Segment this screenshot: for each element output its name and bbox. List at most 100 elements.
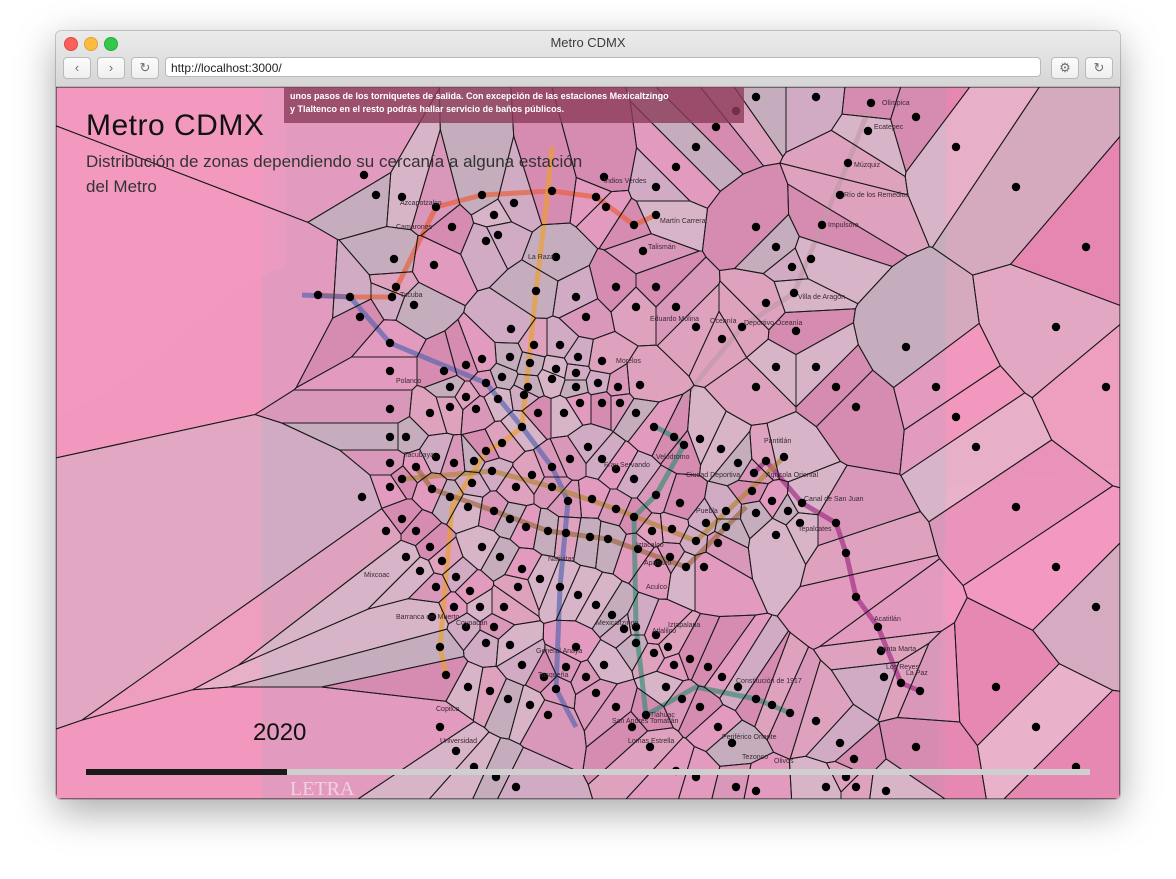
station-dot[interactable] xyxy=(611,702,621,712)
station-dot[interactable] xyxy=(751,222,761,232)
station-dot[interactable] xyxy=(547,482,557,492)
station-dot[interactable] xyxy=(681,562,691,572)
station-dot[interactable] xyxy=(449,602,459,612)
station-dot[interactable] xyxy=(505,514,515,524)
station-dot[interactable] xyxy=(651,282,661,292)
station-dot[interactable] xyxy=(506,324,516,334)
station-dot[interactable] xyxy=(879,672,889,682)
station-dot[interactable] xyxy=(881,786,891,796)
station-dot[interactable] xyxy=(461,392,471,402)
station-dot[interactable] xyxy=(513,582,523,592)
station-dot[interactable] xyxy=(385,338,395,348)
station-dot[interactable] xyxy=(831,518,841,528)
station-dot[interactable] xyxy=(751,508,761,518)
station-dot[interactable] xyxy=(691,536,701,546)
station-dot[interactable] xyxy=(451,572,461,582)
station-dot[interactable] xyxy=(581,672,591,682)
station-dot[interactable] xyxy=(463,502,473,512)
station-dot[interactable] xyxy=(475,602,485,612)
settings-button[interactable]: ⚙ xyxy=(1051,57,1079,79)
station-dot[interactable] xyxy=(543,710,553,720)
station-dot[interactable] xyxy=(649,648,659,658)
station-dot[interactable] xyxy=(535,574,545,584)
station-dot[interactable] xyxy=(469,456,479,466)
station-dot[interactable] xyxy=(761,456,771,466)
station-dot[interactable] xyxy=(439,366,449,376)
station-dot[interactable] xyxy=(691,142,701,152)
station-dot[interactable] xyxy=(591,192,601,202)
station-dot[interactable] xyxy=(573,352,583,362)
station-dot[interactable] xyxy=(789,288,799,298)
station-dot[interactable] xyxy=(591,600,601,610)
station-dot[interactable] xyxy=(397,514,407,524)
back-button[interactable]: ‹ xyxy=(63,57,91,79)
station-dot[interactable] xyxy=(387,292,397,302)
station-dot[interactable] xyxy=(517,564,527,574)
station-dot[interactable] xyxy=(463,682,473,692)
station-dot[interactable] xyxy=(629,512,639,522)
station-dot[interactable] xyxy=(431,582,441,592)
station-dot[interactable] xyxy=(565,454,575,464)
station-dot[interactable] xyxy=(511,782,521,792)
station-dot[interactable] xyxy=(597,398,607,408)
station-dot[interactable] xyxy=(767,496,777,506)
station-dot[interactable] xyxy=(571,368,581,378)
station-dot[interactable] xyxy=(629,474,639,484)
station-dot[interactable] xyxy=(477,542,487,552)
station-dot[interactable] xyxy=(529,340,539,350)
station-dot[interactable] xyxy=(425,408,435,418)
station-dot[interactable] xyxy=(521,522,531,532)
station-dot[interactable] xyxy=(873,622,883,632)
station-dot[interactable] xyxy=(591,688,601,698)
station-dot[interactable] xyxy=(806,254,816,264)
station-dot[interactable] xyxy=(1091,602,1101,612)
station-dot[interactable] xyxy=(831,382,841,392)
station-dot[interactable] xyxy=(489,506,499,516)
station-dot[interactable] xyxy=(493,230,503,240)
station-dot[interactable] xyxy=(679,440,689,450)
station-dot[interactable] xyxy=(915,686,925,696)
station-dot[interactable] xyxy=(611,282,621,292)
address-bar[interactable]: http://localhost:3000/ xyxy=(165,57,1041,77)
station-dot[interactable] xyxy=(467,478,477,488)
station-dot[interactable] xyxy=(811,362,821,372)
station-dot[interactable] xyxy=(771,530,781,540)
station-dot[interactable] xyxy=(733,458,743,468)
station-dot[interactable] xyxy=(561,528,571,538)
station-dot[interactable] xyxy=(517,660,527,670)
station-dot[interactable] xyxy=(863,126,873,136)
station-dot[interactable] xyxy=(663,642,673,652)
station-dot[interactable] xyxy=(429,260,439,270)
station-dot[interactable] xyxy=(613,382,623,392)
station-dot[interactable] xyxy=(425,542,435,552)
reload-button[interactable]: ↻ xyxy=(131,57,159,79)
station-dot[interactable] xyxy=(631,302,641,312)
station-dot[interactable] xyxy=(441,670,451,680)
station-dot[interactable] xyxy=(843,158,853,168)
station-dot[interactable] xyxy=(896,678,906,688)
station-dot[interactable] xyxy=(635,380,645,390)
station-dot[interactable] xyxy=(1011,182,1021,192)
station-dot[interactable] xyxy=(661,682,671,692)
station-dot[interactable] xyxy=(415,566,425,576)
station-dot[interactable] xyxy=(449,458,459,468)
station-dot[interactable] xyxy=(817,220,827,230)
station-dot[interactable] xyxy=(503,694,513,704)
station-dot[interactable] xyxy=(751,92,761,102)
station-dot[interactable] xyxy=(599,660,609,670)
station-dot[interactable] xyxy=(901,342,911,352)
station-dot[interactable] xyxy=(505,352,515,362)
station-dot[interactable] xyxy=(791,326,801,336)
station-dot[interactable] xyxy=(647,526,657,536)
station-dot[interactable] xyxy=(509,198,519,208)
station-dot[interactable] xyxy=(555,340,565,350)
station-dot[interactable] xyxy=(717,672,727,682)
station-dot[interactable] xyxy=(638,246,648,256)
station-dot[interactable] xyxy=(716,444,726,454)
station-dot[interactable] xyxy=(547,462,557,472)
station-dot[interactable] xyxy=(345,292,355,302)
station-dot[interactable] xyxy=(481,638,491,648)
station-dot[interactable] xyxy=(1101,382,1111,392)
refresh-button[interactable]: ↻ xyxy=(1085,57,1113,79)
station-dot[interactable] xyxy=(811,716,821,726)
